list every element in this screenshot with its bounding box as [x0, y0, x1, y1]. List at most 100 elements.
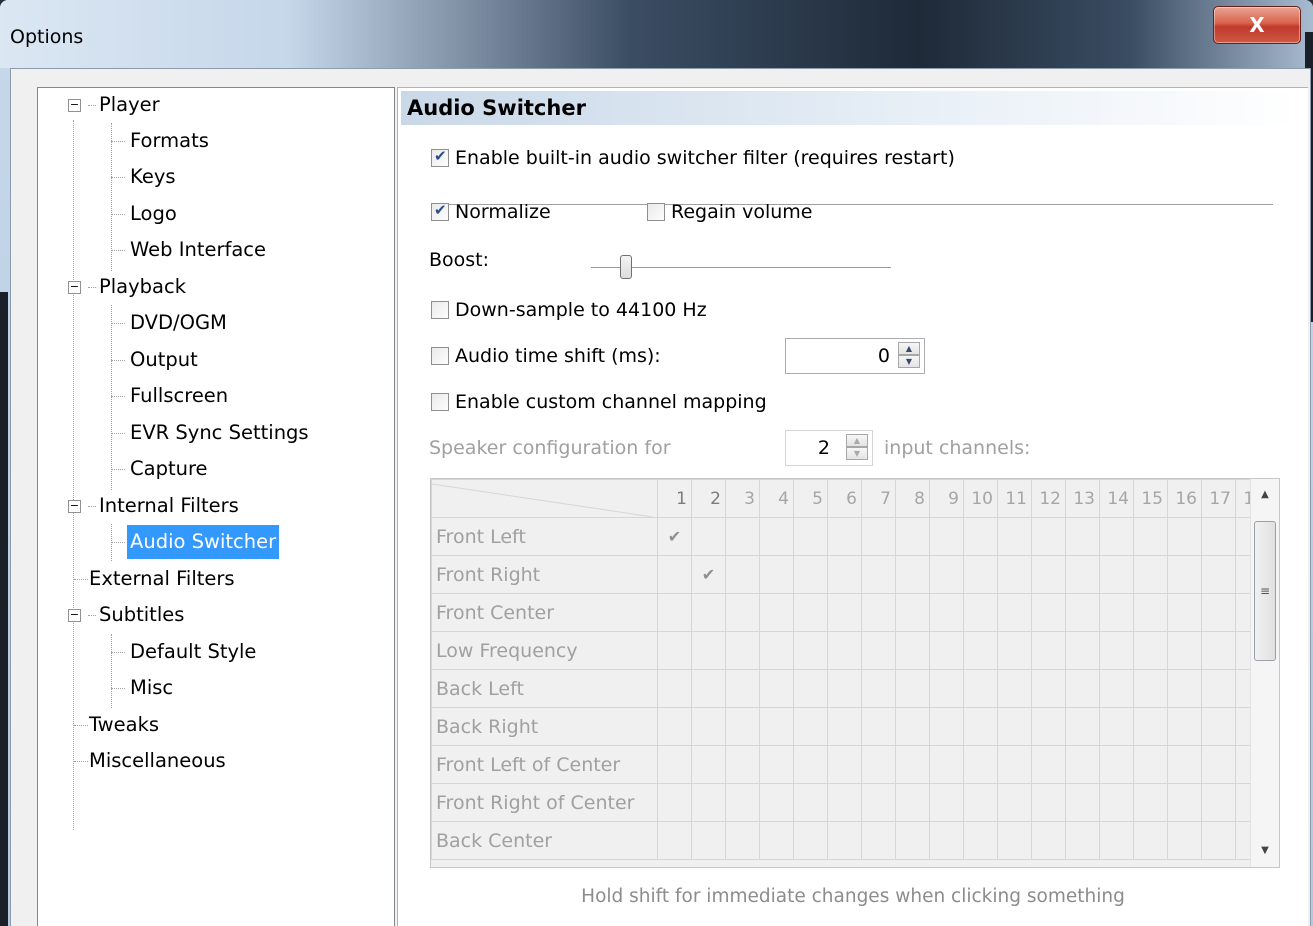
mapping-cell[interactable] — [759, 517, 794, 556]
mapping-cell[interactable] — [861, 783, 896, 822]
mapping-cell[interactable] — [1065, 707, 1100, 746]
mapping-cell[interactable] — [759, 593, 794, 632]
mapping-cell[interactable] — [929, 707, 964, 746]
mapping-cell[interactable] — [759, 669, 794, 708]
mapping-cell[interactable] — [1099, 555, 1134, 594]
mapping-cell[interactable] — [895, 593, 930, 632]
mapping-cell[interactable] — [1031, 517, 1066, 556]
mapping-cell[interactable] — [895, 555, 930, 594]
mapping-cell[interactable] — [1167, 821, 1202, 860]
custom-mapping-checkbox[interactable]: Enable custom channel mapping — [431, 389, 767, 415]
mapping-cell[interactable] — [725, 631, 760, 670]
mapping-cell[interactable] — [1065, 593, 1100, 632]
mapping-cell[interactable] — [1133, 555, 1168, 594]
channel-mapping-grid[interactable]: 123456789101112131415161718 Front Left✔F… — [430, 478, 1280, 868]
mapping-cell[interactable] — [861, 821, 896, 860]
mapping-cell[interactable] — [793, 821, 828, 860]
mapping-cell[interactable] — [827, 707, 862, 746]
mapping-cell[interactable] — [725, 517, 760, 556]
collapse-icon[interactable]: − — [68, 500, 81, 513]
mapping-cell[interactable] — [827, 555, 862, 594]
mapping-cell[interactable] — [1031, 669, 1066, 708]
mapping-cell[interactable] — [1167, 669, 1202, 708]
mapping-cell[interactable] — [793, 631, 828, 670]
mapping-cell[interactable] — [691, 517, 726, 556]
mapping-cell[interactable] — [691, 783, 726, 822]
mapping-cell[interactable] — [1201, 783, 1236, 822]
mapping-cell[interactable] — [1167, 517, 1202, 556]
mapping-cell[interactable] — [1201, 555, 1236, 594]
mapping-cell[interactable] — [1065, 555, 1100, 594]
mapping-cell[interactable] — [929, 631, 964, 670]
normalize-checkbox[interactable]: Normalize — [431, 199, 551, 225]
mapping-cell[interactable] — [725, 669, 760, 708]
mapping-cell[interactable] — [657, 669, 692, 708]
mapping-cell[interactable] — [657, 555, 692, 594]
collapse-icon[interactable]: − — [68, 609, 81, 622]
mapping-cell[interactable] — [1099, 669, 1134, 708]
mapping-cell[interactable] — [1167, 631, 1202, 670]
mapping-cell[interactable] — [861, 707, 896, 746]
mapping-cell[interactable] — [725, 783, 760, 822]
spin-up-icon[interactable]: ▲ — [846, 434, 868, 447]
mapping-cell[interactable] — [793, 593, 828, 632]
collapse-icon[interactable]: − — [68, 281, 81, 294]
mapping-cell[interactable] — [827, 517, 862, 556]
mapping-cell[interactable] — [1099, 517, 1134, 556]
mapping-cell[interactable] — [895, 745, 930, 784]
mapping-cell[interactable] — [895, 517, 930, 556]
mapping-cell[interactable] — [997, 821, 1032, 860]
time-shift-value[interactable]: 0 — [878, 339, 890, 373]
mapping-cell[interactable] — [691, 821, 726, 860]
mapping-cell[interactable] — [1201, 517, 1236, 556]
mapping-cell[interactable] — [725, 593, 760, 632]
mapping-cell[interactable] — [1167, 783, 1202, 822]
mapping-cell[interactable] — [793, 669, 828, 708]
mapping-cell[interactable] — [963, 821, 998, 860]
mapping-cell[interactable] — [963, 707, 998, 746]
mapping-cell[interactable] — [929, 783, 964, 822]
mapping-cell[interactable] — [929, 593, 964, 632]
mapping-cell[interactable] — [895, 707, 930, 746]
mapping-cell[interactable] — [725, 745, 760, 784]
mapping-cell[interactable] — [997, 555, 1032, 594]
mapping-cell[interactable] — [861, 593, 896, 632]
regain-volume-checkbox[interactable]: Regain volume — [647, 199, 813, 225]
spin-up-icon[interactable]: ▲ — [898, 342, 920, 355]
mapping-cell[interactable] — [1065, 745, 1100, 784]
mapping-cell[interactable] — [793, 745, 828, 784]
mapping-cell[interactable] — [657, 821, 692, 860]
mapping-cell[interactable] — [861, 555, 896, 594]
mapping-cell[interactable] — [1065, 517, 1100, 556]
mapping-cell[interactable] — [929, 517, 964, 556]
mapping-cell[interactable] — [963, 783, 998, 822]
mapping-cell[interactable] — [997, 707, 1032, 746]
mapping-cell[interactable] — [691, 631, 726, 670]
mapping-cell[interactable] — [827, 821, 862, 860]
mapping-cell[interactable] — [963, 593, 998, 632]
boost-slider-track[interactable] — [591, 267, 891, 269]
mapping-cell[interactable] — [1167, 707, 1202, 746]
mapping-cell[interactable] — [861, 745, 896, 784]
mapping-cell[interactable] — [827, 631, 862, 670]
mapping-cell[interactable] — [759, 745, 794, 784]
mapping-cell[interactable] — [1201, 669, 1236, 708]
mapping-cell[interactable] — [1031, 821, 1066, 860]
mapping-cell[interactable] — [1099, 783, 1134, 822]
mapping-cell[interactable] — [759, 783, 794, 822]
mapping-cell[interactable] — [997, 631, 1032, 670]
checkbox-unchecked-icon[interactable] — [647, 203, 665, 221]
mapping-cell[interactable] — [1133, 821, 1168, 860]
mapping-cell[interactable] — [1099, 707, 1134, 746]
mapping-cell[interactable] — [929, 669, 964, 708]
mapping-cell[interactable] — [759, 707, 794, 746]
mapping-cell[interactable] — [1031, 783, 1066, 822]
mapping-cell[interactable] — [963, 669, 998, 708]
checkbox-checked-icon[interactable] — [431, 147, 449, 167]
mapping-cell[interactable] — [657, 783, 692, 822]
mapping-cell[interactable] — [827, 783, 862, 822]
mapping-cell[interactable] — [1031, 631, 1066, 670]
mapping-cell[interactable] — [997, 593, 1032, 632]
input-channels-value[interactable]: 2 — [818, 431, 830, 465]
downsample-checkbox[interactable]: Down-sample to 44100 Hz — [431, 297, 707, 323]
